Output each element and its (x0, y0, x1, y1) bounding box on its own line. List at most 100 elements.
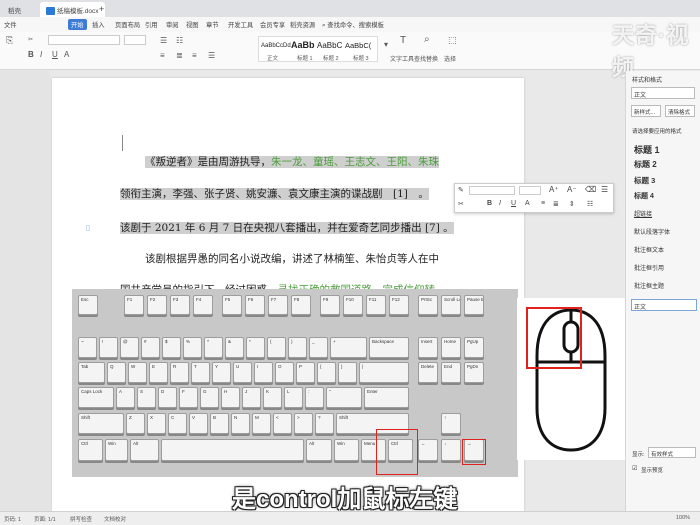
align-left-icon[interactable]: ≡ (160, 51, 165, 60)
menu-home[interactable]: 开始 (68, 19, 87, 30)
paragraph-line-1[interactable]: 《叛逆者》是由周游执导，朱一龙、童瑶、王志文、王阳、朱珠 (145, 154, 439, 169)
paste-icon[interactable]: ⎘ (6, 35, 13, 46)
clear-format-icon[interactable]: ⌫ (585, 185, 596, 194)
italic-button[interactable]: I (40, 50, 42, 59)
grow-font-icon[interactable]: A⁺ (549, 185, 559, 194)
panel-title: 样式和格式 (632, 78, 663, 84)
menu-references[interactable]: 引用 (145, 20, 158, 29)
paragraph-line-4[interactable]: 该剧根据畀愚的同名小说改编，讲述了林楠笙、朱怡贞等人在中 (145, 251, 439, 266)
style-h1-preview[interactable]: AaBb (291, 40, 315, 50)
new-tab-button[interactable]: + (93, 1, 110, 16)
text-cursor (122, 135, 123, 151)
key-fn-f1: F1 (124, 295, 144, 315)
key-shift-v: V (189, 413, 208, 434)
style-item-default-font[interactable]: 默认段落字体 (634, 227, 670, 236)
style-item-h4[interactable]: 标题 4 (634, 191, 654, 201)
key-caps-enter: Enter (364, 387, 409, 408)
mini-font-select[interactable] (469, 186, 515, 195)
mini-cut-icon[interactable]: ✂ (458, 200, 464, 208)
style-item-comment-text[interactable]: 批注框文本 (634, 245, 664, 254)
key-ctrl-sym-9: ↓ (441, 439, 461, 461)
show-select[interactable]: 有效样式 (648, 447, 696, 458)
align-center-icon[interactable]: ≣ (176, 51, 183, 60)
styles-dropdown-icon[interactable]: ▾ (384, 40, 388, 49)
new-style-button[interactable]: 新样式... (631, 105, 661, 117)
mini-size-select[interactable] (519, 186, 541, 195)
mini-highlight-button[interactable]: A (525, 200, 530, 207)
mini-underline-button[interactable]: U (511, 200, 516, 207)
mini-italic-button[interactable]: I (499, 200, 501, 207)
style-item-h1[interactable]: 标题 1 (634, 143, 660, 156)
key-num-sym-5: % (183, 337, 202, 358)
ctrl-highlight-box (376, 429, 418, 475)
select-button[interactable]: 选择 (444, 54, 456, 63)
style-h2-preview[interactable]: AaBbC (317, 41, 342, 50)
key-caps-g: G (200, 387, 219, 408)
align-right-icon[interactable]: ≡ (192, 51, 197, 60)
menu-review[interactable]: 审阅 (166, 20, 179, 29)
key-tab-sym-11: { (317, 362, 336, 383)
command-search[interactable]: ⌕ 查找命令、搜索模板 (322, 20, 384, 30)
find-replace-icon[interactable]: ⌕ (424, 34, 430, 45)
style-item-normal[interactable]: 正文 (631, 299, 697, 311)
style-item-hyperlink[interactable]: 超链接 (634, 209, 652, 218)
bullets-icon[interactable]: ☰ (160, 36, 167, 45)
find-replace-button[interactable]: 查找替换 (414, 54, 438, 63)
mini-format-painter-icon[interactable]: ✎ (458, 186, 464, 194)
mini-line-spacing-icon[interactable]: ⇕ (569, 200, 575, 208)
style-normal-preview[interactable]: AaBbCcDd (261, 43, 291, 49)
key-num-backspace: Backspace (369, 337, 409, 358)
key-shift-z: Z (126, 413, 145, 434)
key-num-insert: Insert (418, 337, 438, 358)
mini-bullets-icon[interactable]: ☷ (587, 200, 593, 208)
mini-bold-button[interactable]: B (487, 200, 492, 207)
shrink-font-icon[interactable]: A⁻ (567, 185, 577, 194)
paragraph-marker-icon: ▯ (86, 225, 90, 232)
bold-button[interactable]: B (28, 50, 34, 59)
key-ctrl-win: Win (334, 439, 359, 461)
menu-insert[interactable]: 插入 (92, 20, 105, 29)
menu-file[interactable]: 文件 (4, 20, 17, 29)
status-page[interactable]: 页码: 1 (4, 515, 21, 523)
text-tools-button[interactable]: 文字工具 (390, 54, 414, 63)
mini-toolbar: ✎ A⁺ A⁻ ⌫ ☰ ✂ B I U A ≡ ≣ ⇕ ☷ (454, 183, 614, 213)
format-painter-icon[interactable]: ✂ (28, 36, 33, 43)
numbering-icon[interactable]: ☷ (176, 36, 183, 45)
font-family-select[interactable] (48, 35, 120, 45)
paragraph-line-2[interactable]: 领衔主演，李强、张子贤、姚安濂、袁文康主演的谍战剧 [1] 。 (120, 186, 429, 201)
font-size-select[interactable] (124, 35, 146, 45)
status-zoom[interactable]: 100% (676, 515, 690, 521)
select-icon[interactable]: ⬚ (448, 35, 457, 46)
tab-docer[interactable]: 稻壳 (2, 2, 27, 17)
mini-align-center-icon[interactable]: ≣ (553, 200, 559, 208)
paragraph-line-3[interactable]: 该剧于 2021 年 6 月 7 日在央视八套播出，并在爱奇艺同步播出 [7] … (120, 220, 454, 235)
menu-member[interactable]: 会员专享 (260, 20, 285, 29)
underline-button[interactable]: U (52, 50, 58, 59)
style-h3-preview[interactable]: AaBbC( (345, 41, 371, 50)
key-caps-sym-10: : (305, 387, 324, 408)
menu-dev-tools[interactable]: 开发工具 (228, 20, 253, 29)
key-tab-p: P (296, 362, 315, 383)
status-doc-check[interactable]: 文档校对 (104, 515, 126, 523)
style-item-comment-ref[interactable]: 批注框引用 (634, 263, 664, 272)
preview-checkbox[interactable]: ☑ (632, 465, 637, 472)
current-style-field[interactable]: 正文 (631, 87, 695, 99)
menu-view[interactable]: 视图 (186, 20, 199, 29)
menu-docer-resources[interactable]: 稻壳资源 (290, 20, 315, 29)
more-icon[interactable]: ☰ (601, 185, 608, 194)
mini-align-left-icon[interactable]: ≡ (541, 200, 545, 207)
style-item-h2[interactable]: 标题 2 (634, 159, 657, 170)
clear-format-button[interactable]: 清除格式 (665, 105, 695, 117)
key-num-pgup: PgUp (464, 337, 484, 358)
status-pages[interactable]: 页面: 1/1 (34, 515, 56, 523)
key-fn-f8: F8 (291, 295, 311, 315)
style-item-comment-subject[interactable]: 批注框主题 (634, 281, 664, 290)
status-spell-check[interactable]: 拼写检查 (70, 515, 92, 523)
font-color-button[interactable]: A (64, 50, 69, 59)
justify-icon[interactable]: ☰ (208, 51, 215, 60)
menu-section[interactable]: 章节 (206, 20, 219, 29)
menu-layout[interactable]: 页面布局 (115, 20, 140, 29)
style-item-h3[interactable]: 标题 3 (634, 175, 655, 186)
key-shift-sym-10: ? (315, 413, 334, 434)
text-tools-icon[interactable]: T (400, 35, 406, 46)
